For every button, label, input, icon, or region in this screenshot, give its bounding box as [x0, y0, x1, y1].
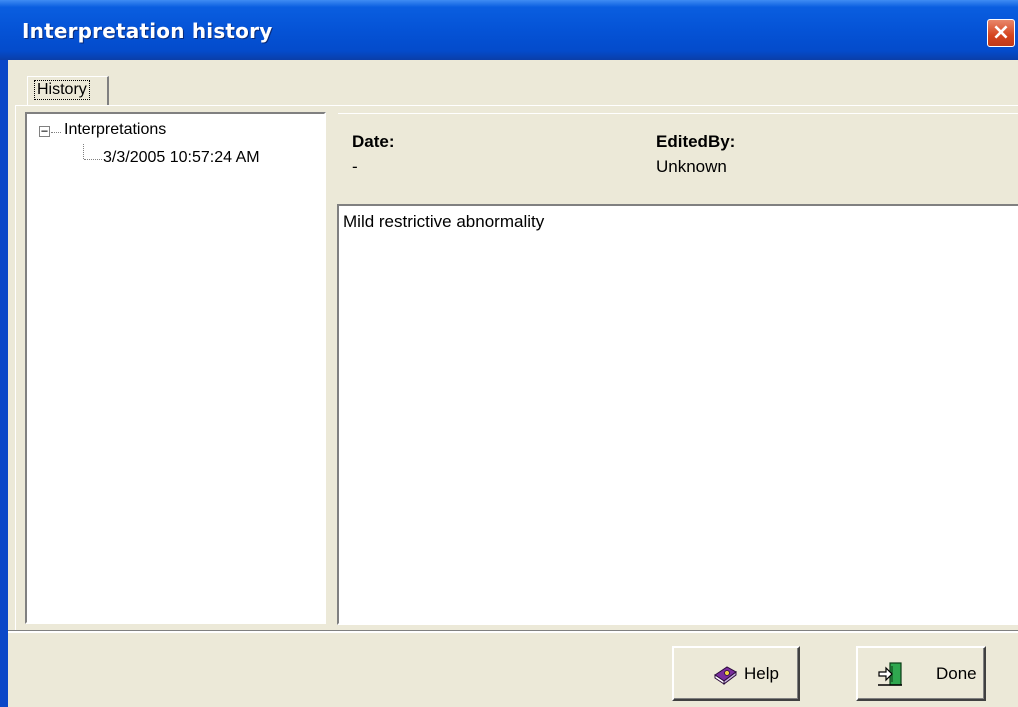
tree-item-interpretation[interactable]: 3/3/2005 10:57:24 AM — [103, 149, 260, 167]
close-button[interactable]: × — [987, 19, 1015, 47]
date-label: Date: — [352, 132, 395, 151]
help-button-label: Help — [744, 664, 779, 683]
collapse-toggle[interactable]: − — [39, 125, 50, 137]
interpretations-tree[interactable]: − Interpretations 3/3/2005 10:57:24 AM — [25, 112, 326, 624]
tree-connector — [83, 144, 84, 159]
window-title: Interpretation history — [22, 19, 273, 43]
close-icon: × — [991, 20, 1011, 45]
tree-connector — [84, 159, 102, 160]
interpretation-text: Mild restrictive abnormality — [343, 212, 545, 231]
done-button-label: Done — [936, 664, 977, 683]
interpretation-text-area[interactable]: Mild restrictive abnormality — [337, 204, 1018, 625]
title-bar[interactable]: Interpretation history × — [0, 0, 1018, 60]
tree-connector — [51, 132, 61, 133]
tree-root-interpretations[interactable]: Interpretations — [64, 121, 166, 139]
help-button[interactable]: Help — [672, 646, 800, 701]
help-book-icon — [714, 666, 737, 685]
divider — [8, 630, 1018, 633]
exit-door-icon — [878, 662, 902, 686]
tab-history-label: History — [34, 80, 90, 100]
edited-by-value: Unknown — [656, 157, 727, 176]
done-button[interactable]: Done — [856, 646, 986, 701]
date-value: - — [352, 157, 358, 176]
window-frame-left — [0, 60, 8, 707]
tab-history[interactable]: History — [27, 76, 109, 106]
edited-by-label: EditedBy: — [656, 132, 736, 151]
